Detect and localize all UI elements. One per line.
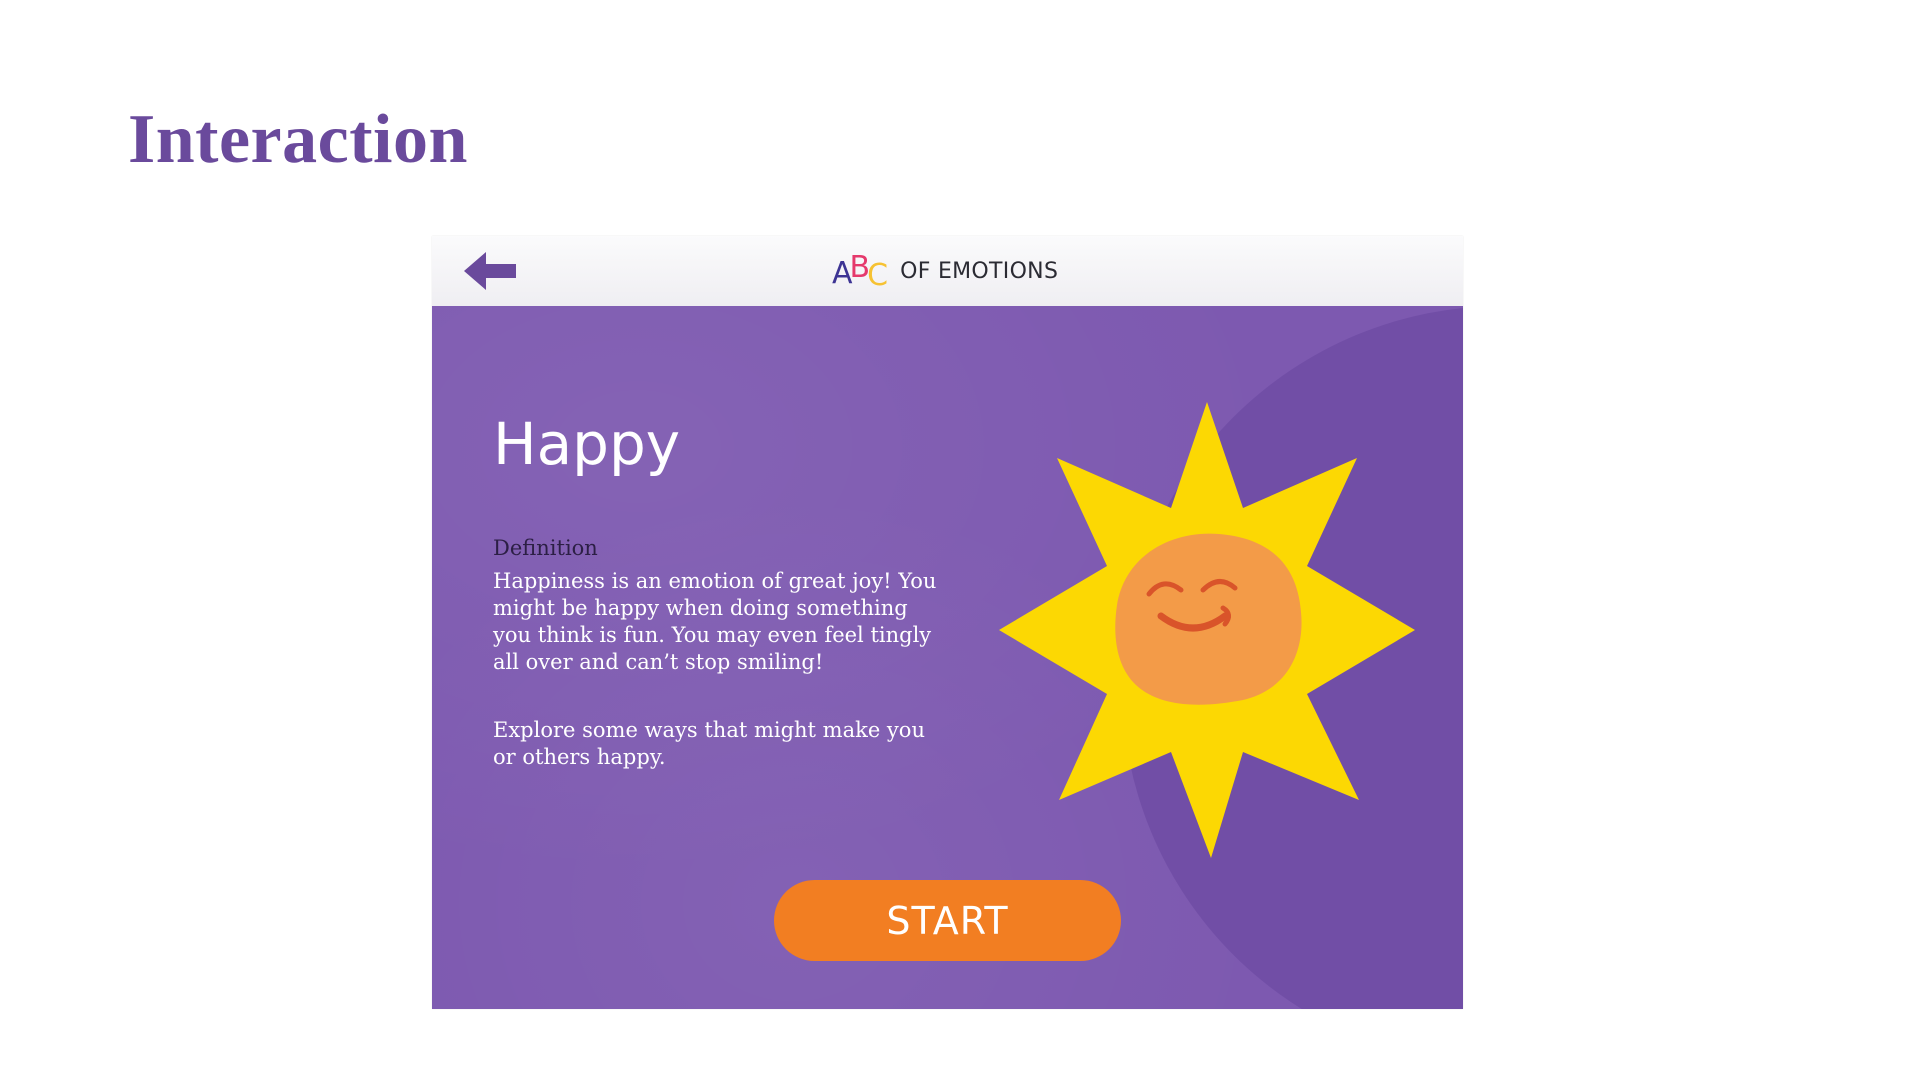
logo-letter-c: C	[867, 258, 889, 293]
app-header: A B C OF EMOTIONS	[432, 236, 1463, 306]
logo-abc: A B C	[832, 251, 888, 291]
emotion-screen: Happy Definition Happiness is an emotion…	[432, 306, 1463, 1009]
slide-title: Interaction	[128, 101, 468, 178]
emotion-title: Happy	[493, 410, 681, 478]
app-logo: A B C OF EMOTIONS	[832, 250, 1058, 292]
logo-text: OF EMOTIONS	[900, 258, 1059, 284]
back-button[interactable]	[462, 250, 518, 292]
start-button[interactable]: START	[774, 880, 1121, 961]
app-screenshot: A B C OF EMOTIONS Happy Definition Happi…	[432, 236, 1463, 1009]
explore-text: Explore some ways that might make you or…	[493, 718, 925, 769]
sun-face	[1115, 533, 1302, 705]
arrow-left-icon	[464, 252, 516, 290]
smiling-sun-illustration	[999, 402, 1415, 858]
definition-label: Definition	[493, 536, 598, 560]
definition-text: Happiness is an emotion of great joy! Yo…	[493, 569, 937, 674]
